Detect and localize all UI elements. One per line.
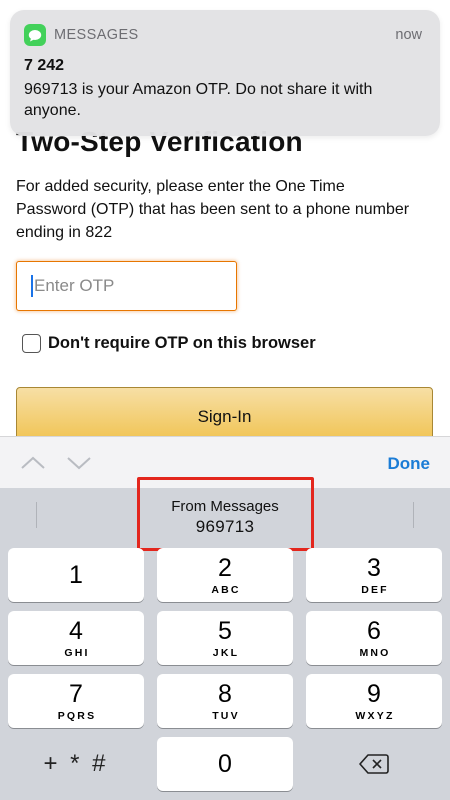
backspace-icon: [359, 754, 389, 774]
delete-key[interactable]: [306, 737, 442, 791]
key-8[interactable]: 8 TUV: [157, 674, 293, 728]
message-notification[interactable]: MESSAGES now 7 242 969713 is your Amazon…: [10, 10, 440, 136]
numeric-keyboard: From Messages 969713 1 2 ABC 3 DEF 4 GHI…: [0, 477, 450, 800]
key-1[interactable]: 1: [8, 548, 144, 602]
suggestion-divider: [36, 502, 37, 528]
key-3[interactable]: 3 DEF: [306, 548, 442, 602]
notification-sender: 7 242: [24, 57, 65, 74]
key-0[interactable]: 0: [157, 737, 293, 791]
notification-body: 969713 is your Amazon OTP. Do not share …: [24, 81, 373, 119]
key-7[interactable]: 7 PQRS: [8, 674, 144, 728]
remember-browser-option[interactable]: Don't require OTP on this browser: [22, 334, 316, 353]
page-description: For added security, please enter the One…: [16, 178, 410, 241]
text-caret: [31, 275, 33, 297]
messages-app-icon: [24, 24, 46, 46]
key-4[interactable]: 4 GHI: [8, 611, 144, 665]
key-6[interactable]: 6 MNO: [306, 611, 442, 665]
chevron-up-icon[interactable]: [20, 454, 46, 472]
quicktype-bar: From Messages 969713: [0, 477, 450, 551]
key-5[interactable]: 5 JKL: [157, 611, 293, 665]
signin-button[interactable]: Sign-In: [16, 387, 433, 436]
symbols-key[interactable]: + * #: [8, 737, 144, 791]
highlight-box: [137, 477, 314, 551]
otp-placeholder: Enter OTP: [34, 276, 115, 295]
notification-app-name: MESSAGES: [54, 27, 139, 43]
suggestion-divider: [413, 502, 414, 528]
key-2[interactable]: 2 ABC: [157, 548, 293, 602]
remember-label: Don't require OTP on this browser: [48, 334, 316, 352]
chevron-down-icon[interactable]: [66, 454, 92, 472]
done-button[interactable]: Done: [388, 454, 431, 474]
key-9[interactable]: 9 WXYZ: [306, 674, 442, 728]
remember-checkbox[interactable]: [22, 334, 41, 353]
notification-time: now: [395, 27, 422, 43]
otp-input[interactable]: Enter OTP: [16, 261, 237, 311]
